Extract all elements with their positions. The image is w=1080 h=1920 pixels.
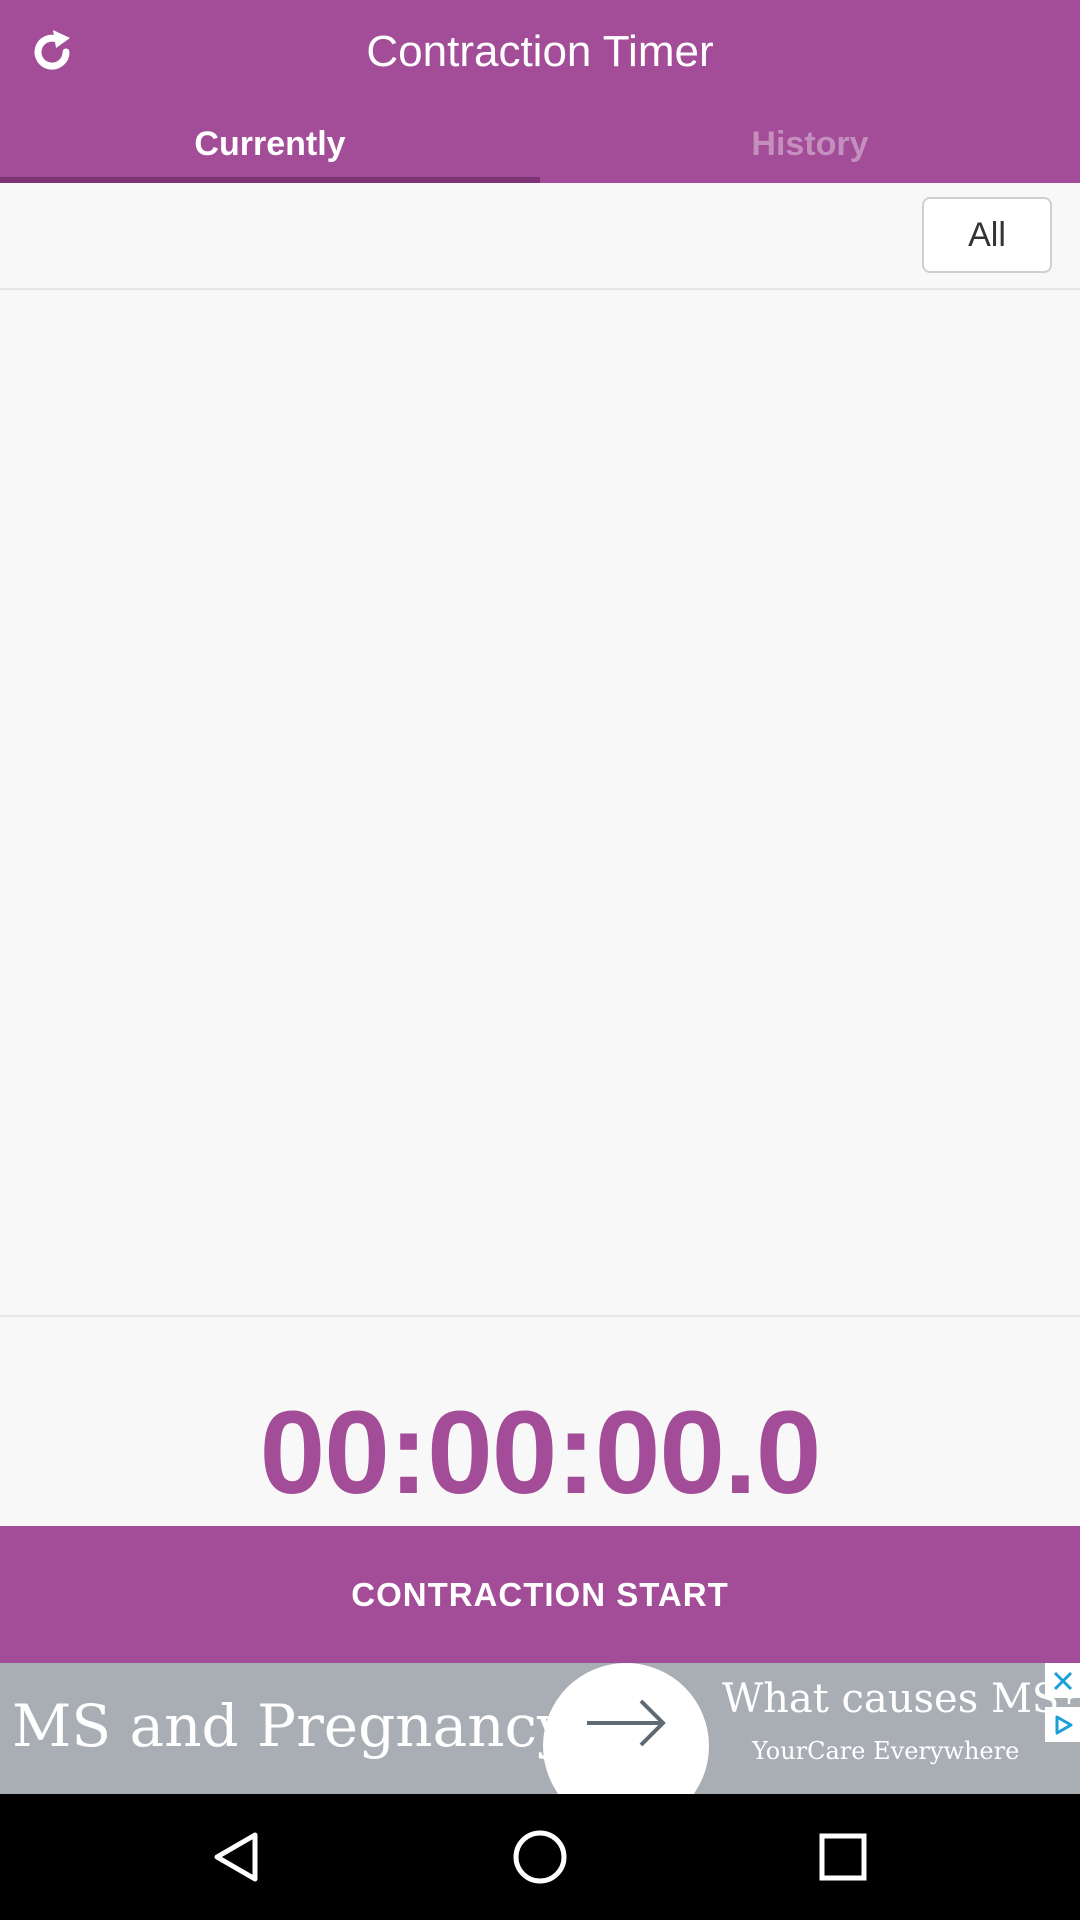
nav-recent-button[interactable]: [808, 1822, 878, 1892]
close-icon: [1053, 1671, 1072, 1690]
app-title: Contraction Timer: [366, 27, 714, 76]
ad-choices-button[interactable]: [1045, 1707, 1080, 1742]
screen: Contraction Timer Currently History All …: [0, 0, 1080, 1920]
ad-right-title: What causes MS?: [722, 1676, 1080, 1722]
contraction-list[interactable]: [0, 290, 1080, 1315]
nav-home-button[interactable]: [505, 1822, 575, 1892]
tab-currently[interactable]: Currently: [0, 114, 540, 183]
filter-bar: All: [0, 183, 1080, 290]
timer-display: 00:00:00.0: [259, 1387, 822, 1519]
navigation-bar: [0, 1794, 1080, 1920]
ad-banner[interactable]: MS and Pregnancy What causes MS? YourCar…: [0, 1663, 1080, 1794]
all-filter-button[interactable]: All: [922, 197, 1052, 273]
back-icon: [214, 1832, 258, 1882]
arrow-right-icon: [587, 1699, 666, 1747]
app-bar: Contraction Timer Currently History: [0, 0, 1080, 183]
recent-apps-icon: [819, 1833, 867, 1881]
contraction-start-button[interactable]: CONTRACTION START: [0, 1526, 1080, 1663]
tab-history[interactable]: History: [540, 114, 1080, 183]
divider: [0, 1315, 1080, 1317]
ad-right-subtitle: YourCare Everywhere: [752, 1737, 1020, 1765]
ad-choices-icon: [1055, 1715, 1072, 1734]
main-content: All 00:00:00.0: [0, 183, 1080, 1526]
ad-close-button[interactable]: [1045, 1663, 1080, 1698]
nav-back-button[interactable]: [202, 1822, 272, 1892]
home-icon: [513, 1830, 567, 1884]
ad-left-text: MS and Pregnancy: [12, 1692, 570, 1760]
